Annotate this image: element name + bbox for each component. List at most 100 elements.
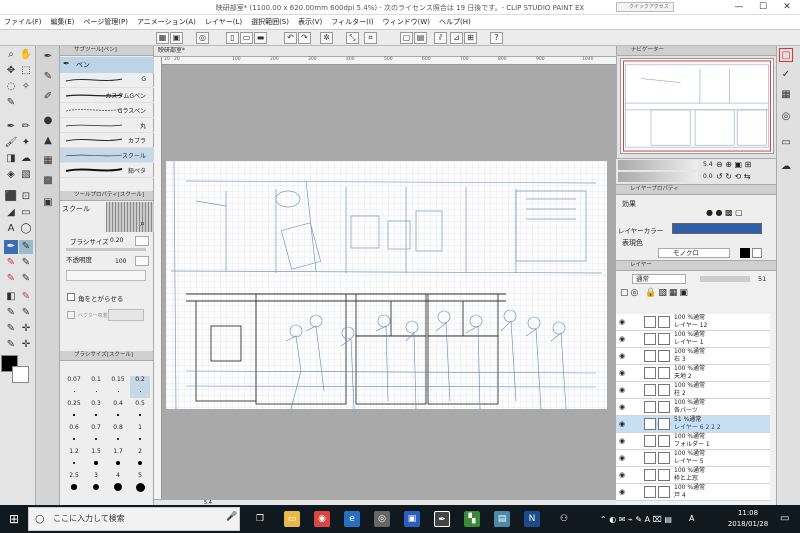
side-panel-2-icon[interactable]: ✓: [779, 68, 793, 82]
people-icon[interactable]: ⚇: [560, 514, 568, 524]
brush-item[interactable]: カブラ: [60, 133, 154, 148]
brush-size-option[interactable]: 0.2: [130, 376, 150, 398]
side-panel-4-icon[interactable]: ◎: [779, 110, 793, 124]
menu-view[interactable]: 表示(V): [298, 17, 322, 27]
eyedropper-tool-icon[interactable]: ✎: [4, 96, 18, 110]
brush-size-stepper[interactable]: [135, 236, 149, 246]
blur-icon[interactable]: ✎: [4, 306, 18, 320]
layer-row[interactable]: ◉ 51 %通常 レイヤー 6 2 2 2: [616, 416, 770, 433]
liquify-icon[interactable]: ✎: [4, 322, 18, 336]
brush-size-option[interactable]: 0.1: [86, 376, 106, 398]
smudge-icon[interactable]: ✎: [19, 306, 33, 320]
taskbar-clock[interactable]: 11:08 2018/01/28: [720, 508, 776, 530]
sub-color-chip[interactable]: [752, 248, 762, 258]
eye-icon[interactable]: ◉: [619, 420, 625, 428]
opacity-value[interactable]: 100: [115, 258, 126, 265]
expression-color-select[interactable]: モノクロ: [658, 248, 730, 258]
file-explorer-icon[interactable]: ▭: [284, 511, 300, 527]
special-ruler-icon[interactable]: ⊿: [450, 32, 463, 44]
document-tab[interactable]: 映研部室*: [154, 46, 616, 57]
brush-item[interactable]: 丸: [60, 118, 154, 133]
eraser3-icon[interactable]: ✎: [19, 290, 33, 304]
brush-item[interactable]: カスタムGペン: [60, 88, 154, 103]
eraser-tool-icon[interactable]: ◨: [4, 152, 18, 166]
brush-size-option[interactable]: 1.5: [86, 448, 106, 470]
main-color-chip[interactable]: [740, 248, 750, 258]
move-point-icon[interactable]: ✛: [19, 322, 33, 336]
pencil-selected-icon[interactable]: ✎: [19, 240, 33, 254]
menu-layer[interactable]: レイヤー(L): [205, 17, 242, 27]
layer-row[interactable]: ◉ 100 %通常 レイヤー 12: [616, 314, 770, 331]
open-file-icon[interactable]: ▭: [240, 32, 253, 44]
pen-selected-icon[interactable]: ✒: [4, 240, 18, 254]
brush-item[interactable]: 鉛ペタ: [60, 163, 154, 178]
help-icon[interactable]: ?: [490, 32, 503, 44]
crop-icon[interactable]: ⌗: [364, 32, 377, 44]
zoom-buttons-icon[interactable]: ⊖ ⊕ ▣ ⊞: [716, 160, 751, 169]
chrome-icon[interactable]: ◉: [314, 511, 330, 527]
app-icon-news[interactable]: N: [524, 511, 540, 527]
clip-studio-icon[interactable]: ◎: [196, 32, 209, 44]
layer-opacity-slider[interactable]: [700, 276, 750, 282]
eye-icon[interactable]: ◉: [619, 437, 625, 445]
pencil-tool-icon[interactable]: ✏: [19, 120, 33, 134]
hand-tool-icon[interactable]: ✋: [19, 48, 33, 62]
brush-size-option[interactable]: 2: [130, 448, 150, 470]
layer-color-swatch[interactable]: [672, 223, 762, 234]
brush-item-selected[interactable]: スクール: [60, 148, 154, 163]
side-panel-1-icon[interactable]: ▢: [779, 48, 793, 62]
new-file-icon[interactable]: ▯: [226, 32, 239, 44]
save-icon[interactable]: ▬: [254, 32, 267, 44]
menu-page[interactable]: ページ管理(P): [83, 17, 128, 27]
layer-row[interactable]: ◉ 100 %通常柱 2: [616, 382, 770, 399]
side-panel-5-icon[interactable]: ▭: [779, 136, 793, 150]
fill-icon[interactable]: ▤: [414, 32, 427, 44]
app-icon-green[interactable]: ▚: [464, 511, 480, 527]
shape-tool-icon[interactable]: ▭: [19, 206, 33, 220]
layer-row[interactable]: ◉ 100 %通常 各パーツ: [616, 399, 770, 416]
corner-checkbox[interactable]: [67, 293, 75, 301]
move-tool-icon[interactable]: ✥: [4, 64, 18, 78]
menu-help[interactable]: ヘルプ(H): [439, 17, 471, 27]
brush-size-option[interactable]: 4: [108, 472, 128, 494]
layer-toolbar-icons[interactable]: ▢◎ 🔒▧▦▣: [620, 288, 774, 310]
pink-pen-icon[interactable]: ✎: [4, 272, 18, 286]
subtool-marker-group-icon[interactable]: ✐: [41, 90, 55, 104]
layer-row[interactable]: ◉ 100 %通常 レイヤー 5: [616, 450, 770, 467]
blend-tool-icon[interactable]: ☁: [19, 152, 33, 166]
frame-tool-icon[interactable]: ⊡: [19, 190, 33, 204]
maximize-button[interactable]: ☐: [752, 0, 774, 14]
menu-animation[interactable]: アニメーション(A): [137, 17, 196, 27]
menu-edit[interactable]: 編集(E): [51, 17, 75, 27]
loading-icon[interactable]: ✲: [320, 32, 333, 44]
brush-size-option[interactable]: 0.07: [64, 376, 84, 398]
side-panel-3-icon[interactable]: ▦: [779, 88, 793, 102]
eye-icon[interactable]: ◉: [619, 318, 625, 326]
correct-line-icon[interactable]: ✎: [4, 338, 18, 352]
subtool-frame-icon[interactable]: ▣: [41, 196, 55, 210]
pen-tool-icon[interactable]: ✒: [4, 120, 18, 134]
brush-tool-icon[interactable]: 🖌: [4, 136, 18, 150]
lasso-tool-icon[interactable]: ◌: [4, 80, 18, 94]
ruler-tool-icon[interactable]: ◢: [4, 206, 18, 220]
transform-icon[interactable]: ⤡: [346, 32, 359, 44]
brush-size-option[interactable]: 0.8: [108, 424, 128, 446]
brush-item[interactable]: Gラスペン: [60, 103, 154, 118]
dark-pen-icon[interactable]: ✎: [19, 272, 33, 286]
app-icon-blue[interactable]: ▣: [404, 511, 420, 527]
opacity-stepper[interactable]: [135, 256, 149, 266]
auto-select-icon[interactable]: ✧: [19, 80, 33, 94]
notification-icon[interactable]: ▭: [780, 513, 789, 524]
subtool-pen-group-icon[interactable]: ✒: [41, 50, 55, 64]
brush-size-option[interactable]: 0.3: [86, 400, 106, 422]
brush-size-option[interactable]: 1.2: [64, 448, 84, 470]
undo-icon[interactable]: ↶: [284, 32, 297, 44]
brush-size-option[interactable]: 5: [130, 472, 150, 494]
microphone-icon[interactable]: 🎤: [226, 512, 237, 522]
eye-icon[interactable]: ◉: [619, 488, 625, 496]
layer-row[interactable]: ◉ 100 %通常 枠と上窓: [616, 467, 770, 484]
text-tool-icon[interactable]: A: [4, 222, 18, 236]
clip-studio-app-icon[interactable]: ◎: [374, 511, 390, 527]
grid-view-icon[interactable]: ▦: [156, 32, 169, 44]
brush-size-option[interactable]: 0.25: [64, 400, 84, 422]
